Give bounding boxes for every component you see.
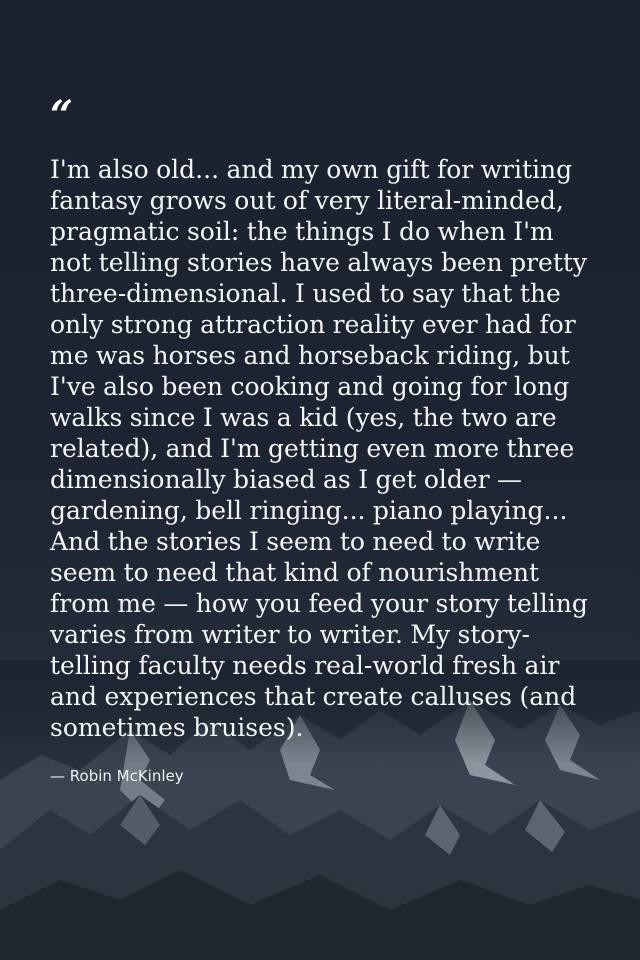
quote-card: “ I'm also old... and my own gift for wr…: [50, 92, 600, 786]
quote-mark-icon: “: [50, 92, 74, 139]
quote-author: — Robin McKinley: [50, 767, 184, 785]
quote-text: I'm also old... and my own gift for writ…: [50, 155, 588, 742]
